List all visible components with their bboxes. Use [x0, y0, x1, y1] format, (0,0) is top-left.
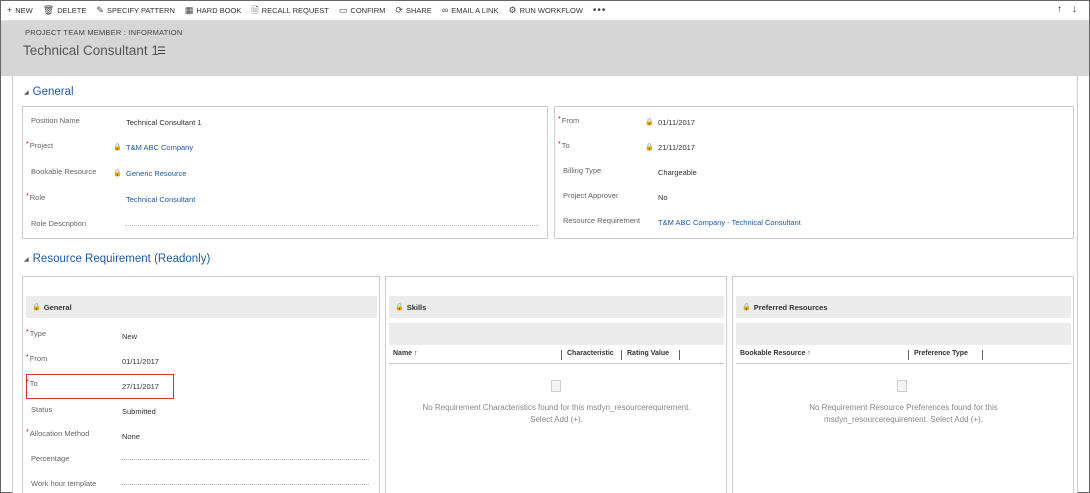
lock-icon: 🔒: [645, 144, 654, 151]
column-rating-value[interactable]: Rating Value: [627, 350, 669, 357]
delete-button[interactable]: 🗑 DELETE: [42, 5, 87, 16]
rr-general-header: 🔒 General: [26, 296, 377, 318]
list-menu-icon[interactable]: ☰: [157, 46, 166, 57]
project-link[interactable]: T&M ABC Company: [126, 143, 193, 152]
column-preference-type[interactable]: Preference Type: [914, 350, 968, 357]
lock-icon: 🔒: [113, 144, 122, 151]
role-description-field[interactable]: [125, 225, 539, 226]
percentage-field: [121, 459, 369, 460]
allocation-method-label: *Allocation Method: [26, 429, 90, 438]
role-description-label: Role Description: [31, 219, 87, 228]
more-commands-button[interactable]: •••: [593, 5, 607, 16]
lock-icon: 🔒: [113, 170, 122, 177]
link-icon: ∞: [441, 5, 449, 15]
confirm-icon: ▭: [338, 5, 348, 15]
skills-panel: 🔒 Skills Name ↑ Characteristic Rating Va…: [385, 276, 727, 493]
work-hour-template-field: [121, 484, 369, 485]
status-value: Submitted: [122, 407, 156, 416]
lock-icon: 🔒: [742, 304, 751, 311]
lock-icon: 🔒: [395, 304, 404, 311]
resource-requirement-label: Resource Requirement: [563, 216, 641, 225]
resource-requirement-link[interactable]: T&M ABC Company - Technical Consultant: [658, 218, 801, 227]
empty-document-icon: [551, 380, 561, 392]
document-icon: 🗎: [251, 5, 259, 15]
preferred-resources-header: 🔒 Preferred Resources: [736, 296, 1071, 318]
position-name-label: Position Name: [31, 116, 80, 125]
rr-from-label: *From: [26, 354, 48, 363]
work-hour-template-label: Work hour template: [31, 479, 97, 488]
new-button[interactable]: + NEW: [7, 5, 33, 16]
allocation-method-value: None: [122, 432, 140, 441]
general-left-panel: Position Name Technical Consultant 1 *Pr…: [22, 106, 548, 239]
bookable-resource-label: Bookable Resource: [31, 167, 97, 176]
project-approver-label: Project Approver: [563, 191, 619, 200]
role-link[interactable]: Technical Consultant: [126, 195, 195, 204]
skills-toolbar: [389, 323, 724, 345]
calendar-icon: ▦: [184, 5, 194, 15]
type-value: New: [122, 332, 138, 341]
type-label: *Type: [26, 329, 46, 338]
to-value: 21/11/2017: [658, 143, 695, 152]
workflow-icon: ⚙: [508, 5, 517, 15]
entity-label: PROJECT TEAM MEMBER : INFORMATION: [25, 28, 183, 37]
project-label: *Project: [26, 141, 54, 150]
billing-type-label: Billing Type: [563, 166, 602, 175]
record-header: PROJECT TEAM MEMBER : INFORMATION Techni…: [1, 21, 1089, 76]
column-characteristic[interactable]: Characteristic: [567, 350, 614, 357]
email-link-button[interactable]: ∞ EMAIL A LINK: [441, 5, 499, 16]
preferred-toolbar: [736, 323, 1071, 345]
lock-icon: 🔒: [645, 119, 654, 126]
percentage-label: Percentage: [31, 454, 70, 463]
general-right-panel: *From 🔒 01/11/2017 *To 🔒 21/11/2017 Bill…: [554, 106, 1074, 239]
edit-pattern-icon: ✎: [96, 5, 104, 15]
preferred-resources-panel: 🔒 Preferred Resources Bookable Resource …: [732, 276, 1074, 493]
rr-to-value: 27/11/2017: [122, 382, 159, 391]
confirm-button[interactable]: ▭ CONFIRM: [338, 5, 386, 16]
bookable-resource-link[interactable]: Generic Resource: [126, 169, 186, 178]
arrow-up-icon[interactable]: ↑: [1057, 4, 1062, 15]
rr-from-value: 01/11/2017: [122, 357, 159, 366]
record-navigation: ↑ ↓: [1057, 4, 1077, 15]
share-icon: ⟳: [395, 5, 403, 15]
arrow-down-icon[interactable]: ↓: [1072, 4, 1077, 15]
rr-to-label: *To: [26, 379, 38, 388]
lock-icon: 🔒: [32, 304, 41, 311]
column-bookable-resource[interactable]: Bookable Resource ↑: [740, 350, 811, 357]
rr-general-panel: 🔒 General *Type New *From 01/11/2017 *To…: [22, 276, 380, 493]
collapse-triangle-icon: ◢: [24, 256, 29, 263]
command-bar: + NEW 🗑 DELETE ✎ SPECIFY PATTERN ▦ HARD BOOK…: [1, 1, 1089, 21]
billing-type-value[interactable]: Chargeable: [658, 168, 697, 177]
project-approver-value[interactable]: No: [658, 193, 668, 202]
hard-book-button[interactable]: ▦ HARD BOOK: [184, 5, 242, 16]
position-name-value[interactable]: Technical Consultant 1: [126, 118, 201, 127]
share-button[interactable]: ⟳ SHARE: [395, 5, 431, 16]
run-workflow-button[interactable]: ⚙ RUN WORKFLOW: [508, 5, 582, 16]
preferred-empty-message: No Requirement Resource Preferences foun…: [809, 403, 998, 424]
empty-document-icon: [897, 380, 907, 392]
recall-request-button[interactable]: 🗎 RECALL REQUEST: [251, 5, 329, 16]
specify-pattern-button[interactable]: ✎ SPECIFY PATTERN: [96, 5, 174, 16]
skills-empty-message: No Requirement Characteristics found for…: [422, 403, 691, 424]
from-value: 01/11/2017: [658, 118, 695, 127]
status-label: Status: [31, 405, 53, 414]
trash-icon: 🗑: [42, 5, 55, 15]
from-label: *From: [558, 116, 580, 125]
section-resource-requirement-title[interactable]: ◢ Resource Requirement (Readonly): [24, 253, 210, 265]
plus-icon: +: [7, 5, 13, 15]
preferred-grid-header: Bookable Resource ↑ Preference Type: [736, 348, 1071, 364]
section-general-title[interactable]: ◢ General: [24, 86, 74, 98]
skills-header: 🔒 Skills: [389, 296, 724, 318]
role-label: *Role: [26, 193, 46, 202]
to-label: *To: [558, 141, 570, 150]
collapse-triangle-icon: ◢: [24, 89, 29, 96]
skills-grid-header: Name ↑ Characteristic Rating Value: [389, 348, 724, 364]
column-name[interactable]: Name ↑: [393, 350, 418, 357]
form-content: ◢ General Position Name Technical Consul…: [12, 76, 1078, 493]
page-title: Technical Consultant 1: [23, 43, 159, 58]
